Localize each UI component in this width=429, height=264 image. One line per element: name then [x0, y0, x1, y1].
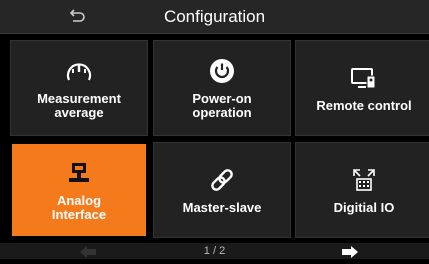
right-arrow-icon	[342, 246, 358, 258]
tile-label-line1: Measurement	[37, 91, 121, 106]
next-page-button[interactable]	[338, 245, 362, 259]
tile-label-line1: Power-on	[192, 91, 252, 106]
digital-io-icon	[351, 165, 377, 195]
tile-label-line2: average	[54, 105, 104, 120]
tile-remote-control[interactable]: Remote control	[295, 40, 429, 136]
tile-label-line1: Digitial IO	[333, 200, 395, 215]
tile-label-line1: Master-slave	[182, 200, 262, 215]
tile-measurement-average[interactable]: Measurement average	[10, 40, 148, 136]
page-title: Configuration	[163, 7, 266, 26]
header-bar: Configuration	[0, 0, 429, 34]
tile-digital-io[interactable]: Digitial IO	[295, 142, 429, 238]
gauge-icon	[64, 56, 94, 86]
tile-master-slave[interactable]: Master-slave	[153, 142, 291, 238]
tile-analog-interface[interactable]: Analog Interface	[10, 142, 148, 238]
remote-monitor-icon	[349, 63, 379, 93]
tile-label-line1: Analog	[56, 193, 102, 208]
footer-bar: 1 / 2	[0, 243, 429, 259]
analog-interface-icon	[66, 158, 92, 188]
page-indicator: 1 / 2	[203, 245, 226, 257]
link-icon	[208, 165, 236, 195]
tile-label-line2: operation	[192, 105, 252, 120]
tile-label-line2: Interface	[51, 207, 107, 222]
tile-label-line1: Remote control	[316, 98, 412, 113]
power-icon	[208, 56, 236, 86]
tile-power-on-operation[interactable]: Power-on operation	[153, 40, 291, 136]
